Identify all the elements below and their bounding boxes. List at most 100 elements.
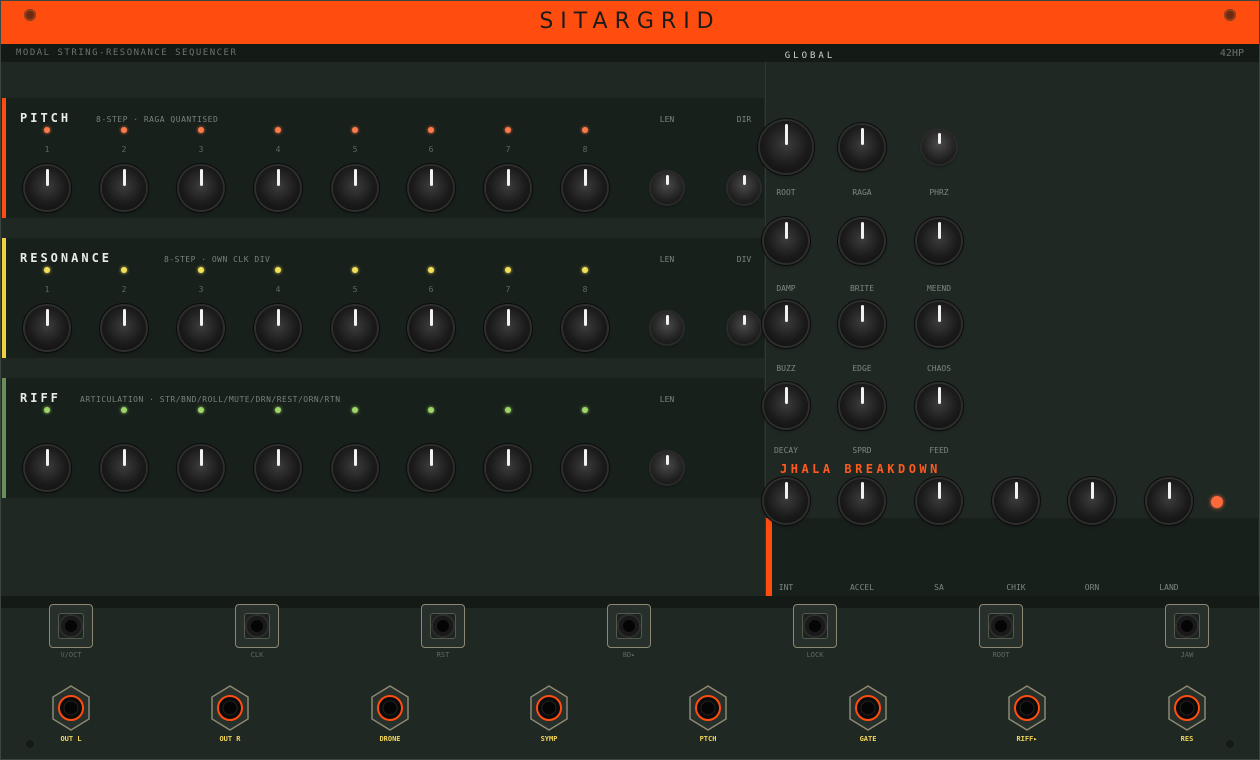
global-phrz-knob[interactable] (922, 130, 956, 164)
output-jack-8[interactable] (1167, 685, 1207, 731)
step-knob-riff-5[interactable] (333, 446, 377, 490)
step-knob-pitch-1[interactable] (25, 166, 69, 210)
step-led (275, 127, 281, 133)
step-knob-pitch-8[interactable] (563, 166, 607, 210)
jhala-accel-knob[interactable] (840, 479, 884, 523)
output-jack-label: OUT L (60, 735, 82, 743)
step-led (198, 407, 204, 413)
resonance-div-knob[interactable] (728, 312, 760, 344)
input-jack-6[interactable] (979, 604, 1023, 648)
step-knob-resonance-5[interactable] (333, 306, 377, 350)
hex-jack-icon (530, 685, 568, 731)
jack-socket (430, 613, 456, 639)
jack-hole (805, 616, 825, 636)
step-number: 1 (44, 285, 50, 294)
row-accent-bar (2, 378, 6, 498)
global-label: DAMP (776, 284, 796, 293)
step-knob-riff-1[interactable] (25, 446, 69, 490)
step-knob-riff-7[interactable] (486, 446, 530, 490)
jack-socket (244, 613, 270, 639)
step-knob-pitch-6[interactable] (409, 166, 453, 210)
row-subtitle-riff: ARTICULATION · STR/BND/ROLL/MUTE/DRN/RES… (80, 395, 341, 404)
row-title-riff: RIFF (20, 391, 61, 405)
riff-len-knob[interactable] (651, 452, 683, 484)
step-knob-pitch-7[interactable] (486, 166, 530, 210)
output-jack-7[interactable] (1007, 685, 1047, 731)
jhala-chik-knob[interactable] (994, 479, 1038, 523)
step-knob-resonance-1[interactable] (25, 306, 69, 350)
jack-socket (988, 613, 1014, 639)
step-led (428, 127, 434, 133)
jack-hole (619, 616, 639, 636)
step-number: 6 (428, 145, 434, 154)
step-knob-pitch-3[interactable] (179, 166, 223, 210)
jhala-sa-knob[interactable] (917, 479, 961, 523)
input-jack-2[interactable] (235, 604, 279, 648)
input-jack-1[interactable] (49, 604, 93, 648)
global-edge-knob[interactable] (840, 302, 884, 346)
step-number: 4 (275, 285, 281, 294)
global-root-knob[interactable] (760, 121, 812, 173)
output-jack-4[interactable] (529, 685, 569, 731)
output-jack-1[interactable] (51, 685, 91, 731)
pitch-len-knob[interactable] (651, 172, 683, 204)
step-knob-riff-6[interactable] (409, 446, 453, 490)
global-chaos-knob[interactable] (917, 302, 961, 346)
step-led (121, 127, 127, 133)
step-number: 3 (198, 145, 204, 154)
step-knob-riff-8[interactable] (563, 446, 607, 490)
module-panel: SITARGRID MODAL STRING-RESONANCE SEQUENC… (0, 0, 1260, 760)
output-jack-label: RIFF▸ (1016, 735, 1038, 743)
step-led (198, 127, 204, 133)
jack-hole (1177, 616, 1197, 636)
global-sprd-knob[interactable] (840, 384, 884, 428)
jhala-title: JHALA BREAKDOWN (780, 462, 941, 476)
jack-hole (991, 616, 1011, 636)
jhala-led (1211, 496, 1223, 508)
step-knob-resonance-6[interactable] (409, 306, 453, 350)
step-led (582, 267, 588, 273)
input-jack-3[interactable] (421, 604, 465, 648)
global-decay-knob[interactable] (764, 384, 808, 428)
global-label: FEED (929, 446, 949, 455)
global-meend-knob[interactable] (917, 219, 961, 263)
step-knob-resonance-2[interactable] (102, 306, 146, 350)
step-knob-riff-2[interactable] (102, 446, 146, 490)
step-led (582, 407, 588, 413)
global-feed-knob[interactable] (917, 384, 961, 428)
hex-jack-icon (689, 685, 727, 731)
step-led (352, 127, 358, 133)
step-led (121, 267, 127, 273)
input-jack-7[interactable] (1165, 604, 1209, 648)
row-accent-bar (2, 238, 6, 358)
jhala-orn-knob[interactable] (1070, 479, 1114, 523)
jhala-int-knob[interactable] (764, 479, 808, 523)
step-knob-pitch-4[interactable] (256, 166, 300, 210)
hp-label: 42HP (1219, 48, 1244, 59)
step-knob-resonance-7[interactable] (486, 306, 530, 350)
step-knob-riff-3[interactable] (179, 446, 223, 490)
step-knob-resonance-4[interactable] (256, 306, 300, 350)
step-knob-resonance-3[interactable] (179, 306, 223, 350)
output-jack-3[interactable] (370, 685, 410, 731)
resonance-len-knob[interactable] (651, 312, 683, 344)
step-led (44, 127, 50, 133)
global-raga-knob[interactable] (840, 125, 884, 169)
jhala-land-knob[interactable] (1147, 479, 1191, 523)
input-jack-5[interactable] (793, 604, 837, 648)
input-jack-4[interactable] (607, 604, 651, 648)
global-brite-knob[interactable] (840, 219, 884, 263)
step-knob-resonance-8[interactable] (563, 306, 607, 350)
output-jack-2[interactable] (210, 685, 250, 731)
step-knob-pitch-2[interactable] (102, 166, 146, 210)
global-buzz-knob[interactable] (764, 302, 808, 346)
step-knob-riff-4[interactable] (256, 446, 300, 490)
output-jack-5[interactable] (688, 685, 728, 731)
global-damp-knob[interactable] (764, 219, 808, 263)
output-jack-6[interactable] (848, 685, 888, 731)
step-number: 2 (121, 145, 127, 154)
step-number: 5 (352, 285, 358, 294)
control-label: DIV (736, 255, 752, 264)
hex-jack-icon (371, 685, 409, 731)
step-knob-pitch-5[interactable] (333, 166, 377, 210)
